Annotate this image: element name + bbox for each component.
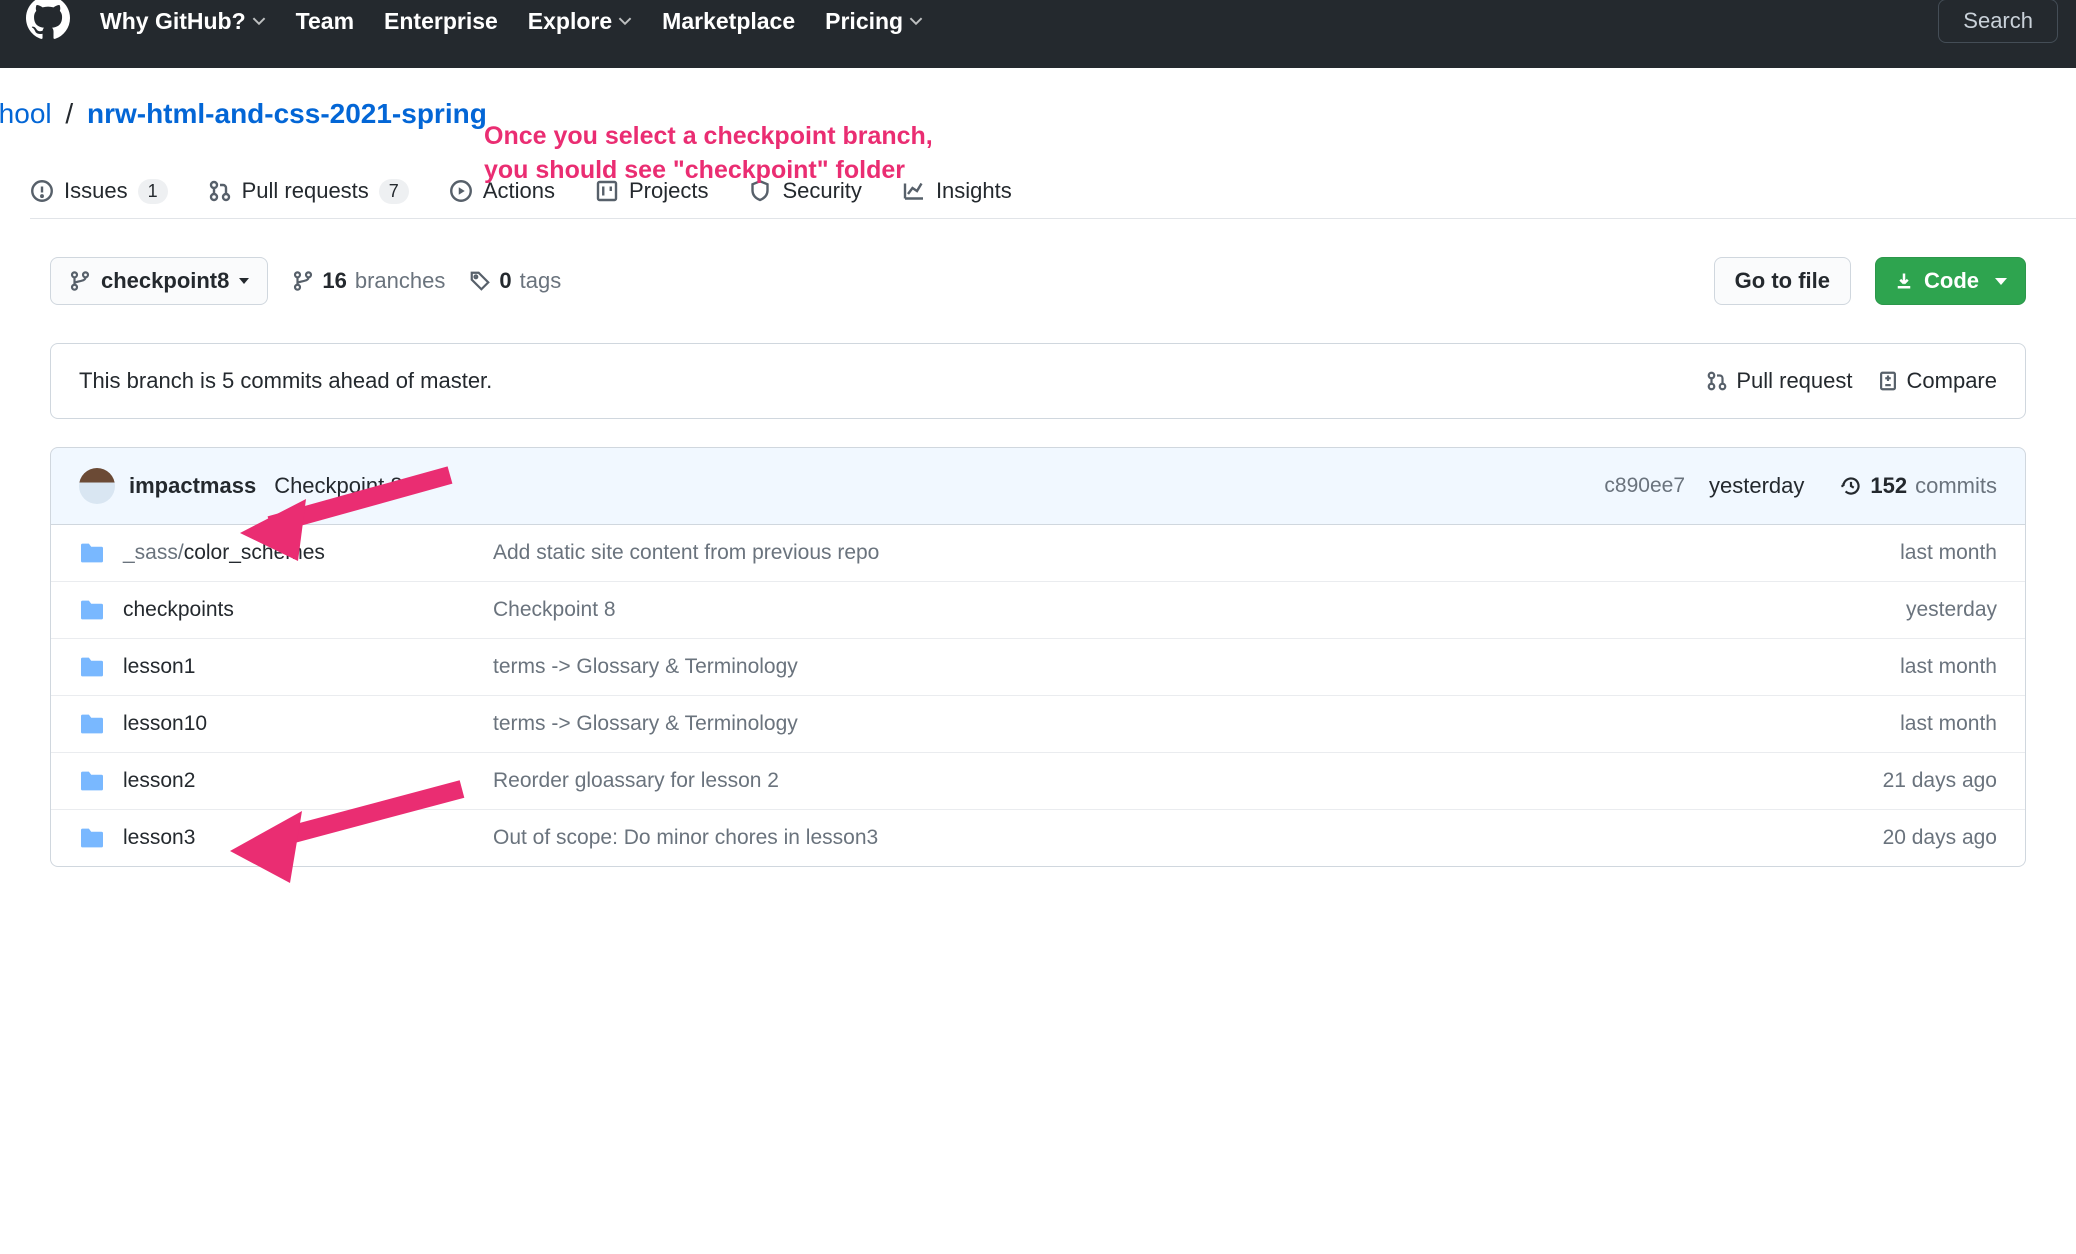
code-button[interactable]: Code [1875, 257, 2026, 305]
owner-link[interactable]: School [0, 98, 52, 129]
nav-why-github[interactable]: Why GitHub? [100, 8, 266, 35]
commit-message-link[interactable]: Checkpoint 8 [274, 473, 402, 499]
issues-count: 1 [138, 179, 168, 204]
file-commit-msg[interactable]: Add static site content from previous re… [493, 541, 1900, 565]
file-name-link[interactable]: lesson3 [123, 826, 195, 850]
table-row: checkpoints Checkpoint 8 yesterday [51, 581, 2025, 638]
go-to-file-button[interactable]: Go to file [1714, 257, 1851, 305]
table-row: lesson3 Out of scope: Do minor chores in… [51, 809, 2025, 866]
file-commit-msg[interactable]: terms -> Glossary & Terminology [493, 655, 1900, 679]
github-logo-icon[interactable] [26, 0, 70, 46]
branches-link[interactable]: 16 branches [292, 268, 445, 294]
git-pull-request-icon [1706, 370, 1728, 392]
file-date: last month [1900, 541, 1997, 565]
file-actionbar: checkpoint8 16 branches 0 tags Go to fil… [50, 219, 2026, 305]
folder-icon [79, 827, 105, 849]
folder-icon [79, 599, 105, 621]
file-date: 20 days ago [1883, 826, 1997, 850]
caret-down-icon [239, 278, 249, 284]
tab-pull-requests[interactable]: Pull requests 7 [208, 178, 409, 204]
history-icon [1840, 475, 1862, 497]
file-date: last month [1900, 655, 1997, 679]
file-commit-msg[interactable]: terms -> Glossary & Terminology [493, 712, 1900, 736]
table-row: lesson2 Reorder gloassary for lesson 2 2… [51, 752, 2025, 809]
table-row: lesson10 terms -> Glossary & Terminology… [51, 695, 2025, 752]
table-row: lesson1 terms -> Glossary & Terminology … [51, 638, 2025, 695]
tab-security[interactable]: Security [748, 178, 861, 204]
tags-link[interactable]: 0 tags [469, 268, 561, 294]
git-branch-icon [69, 270, 91, 292]
table-row: _sass/color_schemes Add static site cont… [51, 525, 2025, 581]
file-name-link[interactable]: checkpoints [123, 598, 234, 622]
folder-icon [79, 713, 105, 735]
avatar[interactable] [79, 468, 115, 504]
folder-icon [79, 770, 105, 792]
file-name-link[interactable]: lesson1 [123, 655, 195, 679]
compare-link[interactable]: Compare [1877, 368, 1997, 394]
search-input[interactable]: Search [1938, 0, 2058, 43]
folder-icon [79, 542, 105, 564]
branch-select-button[interactable]: checkpoint8 [50, 257, 268, 305]
tag-icon [469, 270, 491, 292]
repo-heading: School / nrw-html-and-css-2021-spring [0, 68, 2076, 130]
nav-explore[interactable]: Explore [528, 8, 632, 35]
file-date: yesterday [1906, 598, 1997, 622]
nav-enterprise[interactable]: Enterprise [384, 8, 498, 35]
file-date: last month [1900, 712, 1997, 736]
download-icon [1894, 271, 1914, 291]
file-commit-msg[interactable]: Checkpoint 8 [493, 598, 1906, 622]
tab-insights[interactable]: Insights [902, 178, 1012, 204]
repo-tabs: Issues 1 Pull requests 7 Actions Project… [30, 130, 2076, 219]
nav-marketplace[interactable]: Marketplace [662, 8, 795, 35]
commit-time: yesterday [1709, 473, 1804, 499]
file-name-link[interactable]: lesson10 [123, 712, 207, 736]
tab-actions[interactable]: Actions [449, 178, 555, 204]
git-branch-icon [292, 270, 314, 292]
file-commit-msg[interactable]: Out of scope: Do minor chores in lesson3 [493, 826, 1883, 850]
commit-sha-link[interactable]: c890ee7 [1604, 474, 1685, 498]
pulls-count: 7 [379, 179, 409, 204]
file-name-link[interactable]: _sass/color_schemes [123, 541, 325, 565]
tab-projects[interactable]: Projects [595, 178, 708, 204]
commit-author-link[interactable]: impactmass [129, 473, 256, 499]
caret-down-icon [1995, 278, 2007, 285]
folder-icon [79, 656, 105, 678]
compare-message: This branch is 5 commits ahead of master… [79, 368, 1682, 394]
commits-link[interactable]: 152 commits [1840, 473, 1997, 499]
latest-commit: impactmass Checkpoint 8 c890ee7 yesterda… [50, 447, 2026, 525]
file-date: 21 days ago [1883, 769, 1997, 793]
tab-issues[interactable]: Issues 1 [30, 178, 168, 204]
file-name-link[interactable]: lesson2 [123, 769, 195, 793]
branch-compare-banner: This branch is 5 commits ahead of master… [50, 343, 2026, 419]
file-commit-msg[interactable]: Reorder gloassary for lesson 2 [493, 769, 1883, 793]
repo-link[interactable]: nrw-html-and-css-2021-spring [87, 98, 487, 129]
pull-request-link[interactable]: Pull request [1706, 368, 1852, 394]
global-header: Why GitHub? Team Enterprise Explore Mark… [0, 0, 2076, 68]
nav-pricing[interactable]: Pricing [825, 8, 923, 35]
file-diff-icon [1877, 370, 1899, 392]
file-list: _sass/color_schemes Add static site cont… [50, 525, 2026, 867]
nav-team[interactable]: Team [296, 8, 354, 35]
